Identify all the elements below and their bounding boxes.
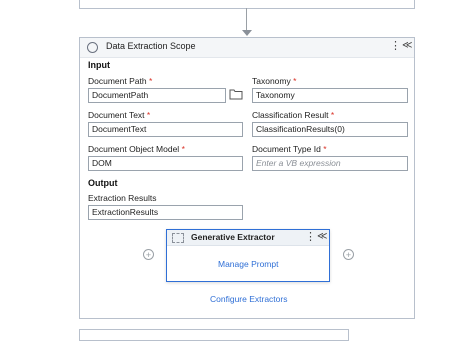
classification-result-input[interactable]: ClassificationResults(0) [252,122,408,137]
document-text-label: Document Text * [88,110,151,120]
document-object-model-label: Document Object Model * [88,144,185,154]
add-extractor-right-icon[interactable]: + [343,249,354,260]
document-path-label: Document Path * [88,76,153,86]
manage-prompt-link[interactable]: Manage Prompt [218,259,278,269]
add-extractor-left-icon[interactable]: + [143,249,154,260]
previous-activity-card[interactable] [79,0,415,9]
connector-arrow-icon [242,30,252,36]
extractor-more-options-icon[interactable]: ⋮ [305,231,316,243]
document-path-input[interactable]: DocumentPath [88,88,226,103]
scope-collapse-icon[interactable]: ≪ [402,40,412,52]
generative-extractor-card[interactable]: Generative Extractor ⋮ ≪ Manage Prompt [166,229,330,282]
taxonomy-input[interactable]: Taxonomy [252,88,408,103]
next-activity-card[interactable] [79,329,349,341]
extraction-results-input[interactable]: ExtractionResults [88,205,243,220]
document-text-input[interactable]: DocumentText [88,122,243,137]
extractor-icon [172,233,184,243]
extractor-collapse-icon[interactable]: ≪ [317,231,327,243]
output-section-label: Output [88,178,118,188]
extraction-results-label: Extraction Results [88,193,157,203]
scope-title: Data Extraction Scope [106,41,196,51]
extractor-header[interactable]: Generative Extractor ⋮ ≪ [167,230,329,246]
scope-circle-icon [87,42,98,53]
scope-more-options-icon[interactable]: ⋮ [390,40,401,52]
document-object-model-input[interactable]: DOM [88,156,243,171]
scope-header[interactable]: Data Extraction Scope ⋮ ≪ [80,38,414,58]
classification-result-label: Classification Result * [252,110,335,120]
connector-line [246,8,247,32]
configure-extractors-link[interactable]: Configure Extractors [210,294,287,304]
browse-folder-icon[interactable] [229,88,243,100]
document-type-id-input[interactable]: Enter a VB expression [252,156,408,171]
taxonomy-label: Taxonomy * [252,76,297,86]
document-type-id-label: Document Type Id * [252,144,327,154]
input-section-label: Input [88,60,110,70]
extractor-title: Generative Extractor [191,232,275,242]
